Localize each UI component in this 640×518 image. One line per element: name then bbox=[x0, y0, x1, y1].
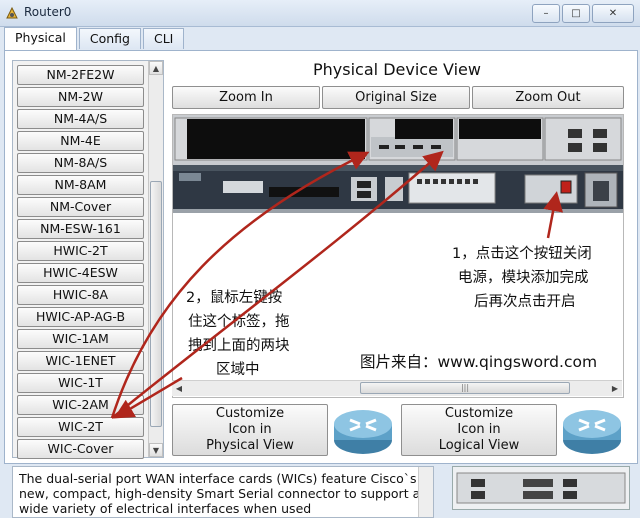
arrow-to-slot-right bbox=[111, 150, 444, 419]
arrow-to-wic-2t bbox=[113, 376, 183, 419]
arrow-to-power bbox=[543, 191, 564, 239]
annotation-arrows bbox=[110, 150, 564, 419]
arrow-to-slot-left bbox=[110, 151, 370, 419]
